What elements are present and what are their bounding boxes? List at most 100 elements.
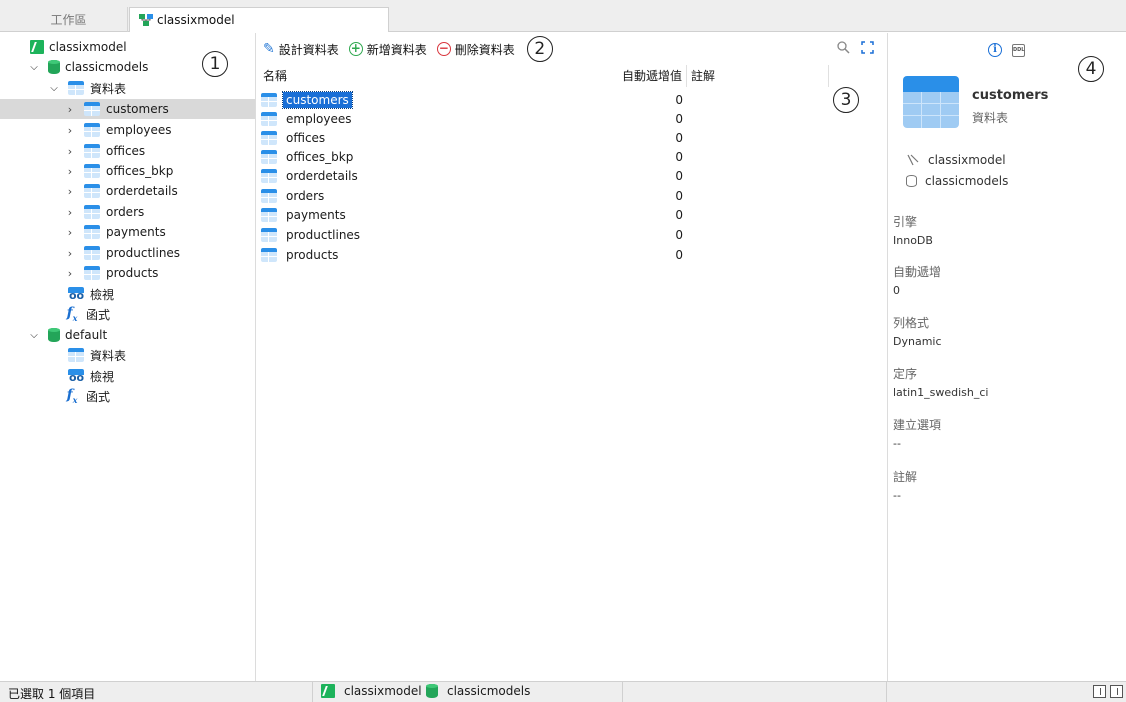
info-object-type: 資料表 [972,111,1009,125]
navigation-tree: classixmodel ⌵ classicmodels ⌵ 資料表 › cus… [0,33,256,681]
grid-header: 名稱 自動遞增值 註解 [257,65,829,87]
table-icon [84,144,100,158]
ddl-icon[interactable]: DDL [1012,43,1025,57]
info-database: classicmodels [906,174,1008,188]
table-row-auto-increment: 0 [675,188,683,203]
prop-create-options-label: 建立選項 [893,418,942,432]
table-icon [261,227,277,242]
table-icon [68,81,84,95]
tree-tables-group[interactable]: 資料表 [0,345,255,365]
tree-table-item[interactable]: › products [0,263,255,283]
info-panel-tabs: i DDL [988,43,1025,57]
chevron-right-icon[interactable]: › [64,185,76,198]
chevron-right-icon[interactable]: › [64,103,76,116]
chevron-right-icon[interactable]: › [64,226,76,239]
prop-create-options-value: -- [893,437,901,450]
table-row-auto-increment: 0 [675,227,683,242]
tree-functions-label: 函式 [86,389,111,404]
tree-table-item[interactable]: › customers [0,99,255,119]
annotation-marker: 2 [526,36,553,62]
info-connection: classixmodel [906,153,1006,167]
table-row-auto-increment: 0 [675,149,683,164]
chevron-right-icon[interactable]: › [64,124,76,137]
delete-table-label: 刪除資料表 [454,42,515,57]
info-icon[interactable]: i [988,43,1002,57]
tree-functions[interactable]: fx 函式 [0,304,255,324]
layout-toggle-icon[interactable] [1093,685,1106,698]
design-table-button[interactable]: ✎ 設計資料表 [263,41,339,58]
tree-functions-label: 函式 [86,307,111,322]
new-table-button[interactable]: + 新增資料表 [348,41,427,58]
column-header-name[interactable]: 名稱 [257,65,597,87]
tab-classixmodel[interactable]: classixmodel [129,7,389,32]
table-row[interactable]: offices_bkp 0 [257,147,829,166]
chevron-right-icon[interactable]: › [64,145,76,158]
connection-icon [906,154,920,166]
table-icon [261,207,277,222]
tree-table-label: products [106,266,159,280]
chevron-right-icon[interactable]: › [64,247,76,260]
database-icon [426,684,438,698]
tab-bar: 工作區 classixmodel [0,0,1126,32]
table-row[interactable]: orders 0 [257,186,829,205]
tree-table-item[interactable]: › offices [0,141,255,161]
database-icon [48,60,60,74]
status-divider [886,682,887,702]
ddl-icon-text: DDL [1013,46,1025,53]
view-icon [68,287,84,302]
tree-table-item[interactable]: › payments [0,222,255,242]
tree-tables-group[interactable]: ⌵ 資料表 [0,78,255,98]
tree-table-item[interactable]: › employees [0,120,255,140]
status-selection: 已選取 1 個項目 [8,687,96,701]
chevron-right-icon[interactable]: › [64,206,76,219]
tab-workspace[interactable]: 工作區 [10,7,128,32]
table-row[interactable]: offices 0 [257,128,829,147]
table-row-name: employees [286,111,352,126]
database-icon [48,328,60,342]
search-icon[interactable] [837,41,850,58]
chevron-right-icon[interactable]: › [64,165,76,178]
prop-auto-increment-label: 自動遞增 [893,265,942,279]
table-row[interactable]: payments 0 [257,205,829,224]
database-icon [906,175,917,187]
object-toolbar: ✎ 設計資料表 + 新增資料表 − 刪除資料表 2 [257,33,887,65]
tree-table-item[interactable]: › orderdetails [0,181,255,201]
object-list-panel: ✎ 設計資料表 + 新增資料表 − 刪除資料表 2 名稱 自動遞增值 註解 cu… [257,33,887,681]
info-object-name: customers [972,88,1049,103]
table-row[interactable]: products 0 [257,245,829,264]
chevron-down-icon[interactable]: ⌵ [28,62,40,73]
column-header-auto-increment[interactable]: 自動遞增值 [597,65,687,87]
chevron-down-icon[interactable]: ⌵ [48,83,60,94]
table-row[interactable]: customers 0 [257,90,829,109]
info-database-label: classicmodels [925,174,1009,188]
table-icon [261,111,277,126]
table-icon [261,168,277,183]
table-icon [261,247,277,262]
fullscreen-icon[interactable] [861,41,874,58]
tree-table-item[interactable]: › productlines [0,243,255,263]
chevron-right-icon[interactable]: › [64,267,76,280]
table-icon [84,266,100,280]
column-header-comment[interactable]: 註解 [687,65,829,87]
table-row[interactable]: orderdetails 0 [257,166,829,185]
tree-views[interactable]: 檢視 [0,366,255,386]
table-icon [84,102,100,116]
prop-auto-increment-value: 0 [893,284,900,297]
tree-views[interactable]: 檢視 [0,284,255,304]
tree-table-item[interactable]: › orders [0,202,255,222]
table-icon [903,76,959,128]
table-icon [261,92,277,107]
layout-split-icon[interactable] [1110,685,1123,698]
tree-db-default[interactable]: ⌵ default [0,325,255,345]
status-connection: classixmodel [321,684,422,698]
tree-table-item[interactable]: › offices_bkp [0,161,255,181]
model-icon [139,14,153,26]
delete-table-button[interactable]: − 刪除資料表 [436,41,515,58]
table-row[interactable]: productlines 0 [257,225,829,244]
info-panel: i DDL 4 customers 資料表 classixmodel class… [887,33,1126,681]
tree-functions[interactable]: fx 函式 [0,386,255,406]
table-icon [261,130,277,145]
table-row[interactable]: employees 0 [257,109,829,128]
minus-circle-icon: − [436,41,451,56]
chevron-down-icon[interactable]: ⌵ [28,330,40,341]
